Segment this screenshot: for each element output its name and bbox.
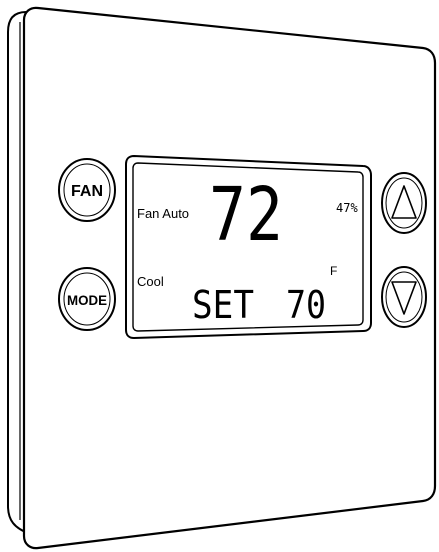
mode-status-label: Cool bbox=[137, 274, 164, 289]
thermostat-illustration: FAN MODE Fan Auto 72 47% Cool F SET 70 bbox=[7, 6, 437, 550]
temp-up-button[interactable] bbox=[381, 172, 427, 234]
mode-button-label: MODE bbox=[67, 292, 107, 308]
humidity-readout: 47% bbox=[336, 201, 358, 215]
thermostat-device: FAN MODE Fan Auto 72 47% Cool F SET 70 bbox=[0, 0, 439, 552]
fan-status-label: Fan Auto bbox=[137, 206, 189, 221]
fan-button-label: FAN bbox=[71, 183, 103, 200]
current-temperature: 72 bbox=[209, 172, 283, 258]
set-label: SET bbox=[192, 283, 254, 327]
temp-down-button[interactable] bbox=[381, 266, 427, 328]
fan-button[interactable]: FAN bbox=[58, 158, 116, 222]
setpoint-temperature: 70 bbox=[286, 283, 326, 327]
unit-label: F bbox=[330, 264, 337, 278]
mode-button[interactable]: MODE bbox=[58, 267, 116, 331]
